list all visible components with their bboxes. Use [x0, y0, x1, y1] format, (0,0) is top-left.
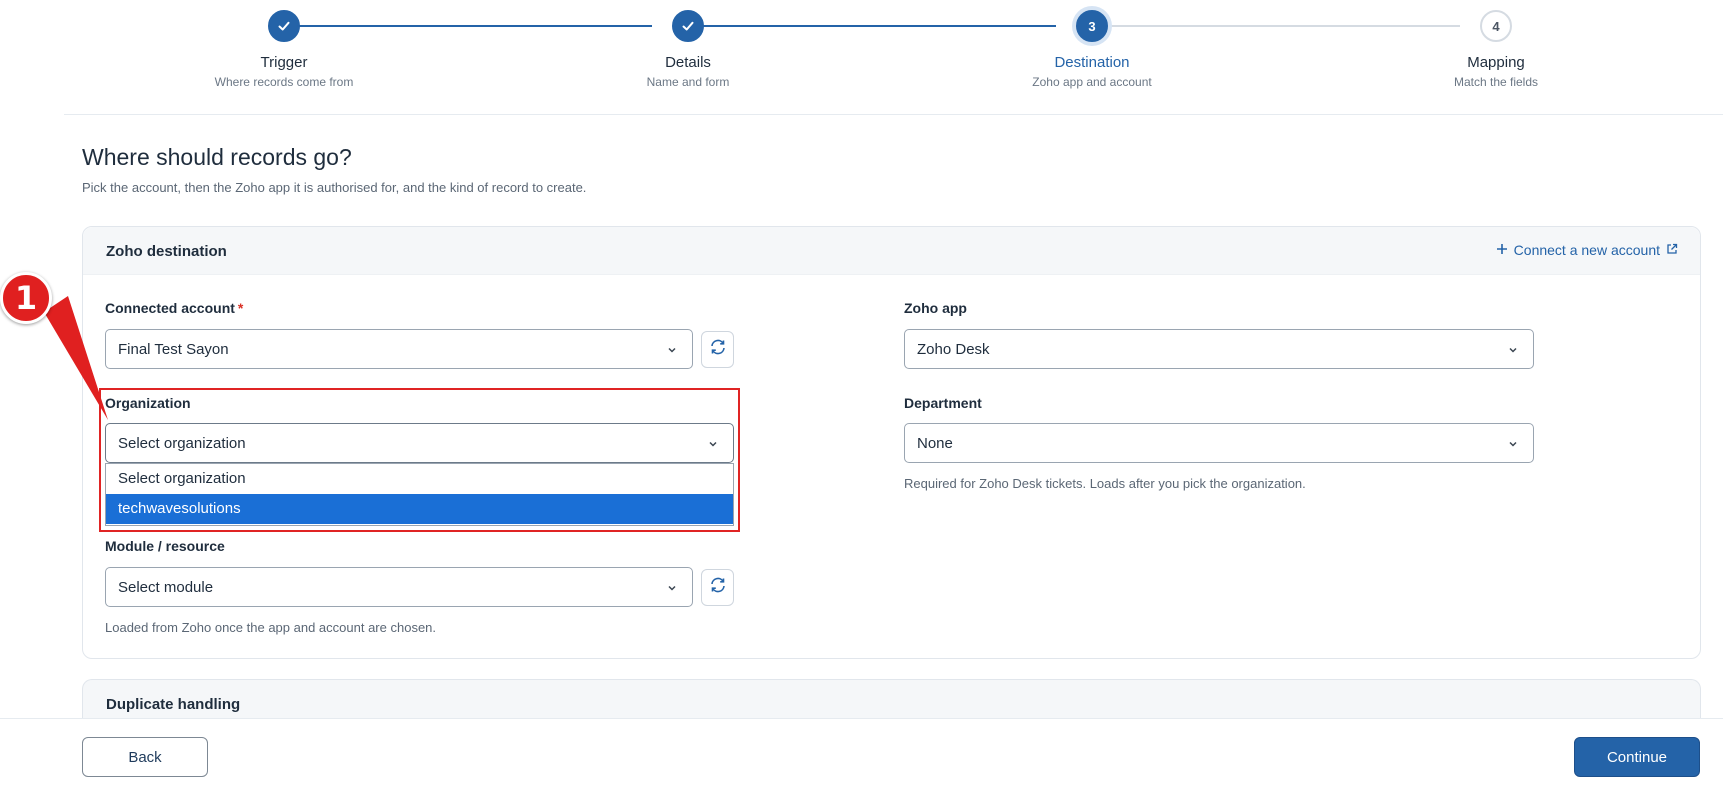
step-subtitle: Match the fields — [1453, 75, 1539, 89]
step-details[interactable]: Details Name and form — [578, 10, 798, 89]
step-title: Destination — [1054, 54, 1130, 71]
step-destination: 3 Destination Zoho app and account — [982, 10, 1202, 89]
connect-account-link[interactable]: Connect a new account — [1496, 242, 1678, 258]
chevron-down-icon — [666, 343, 678, 360]
zoho-app-label: Zoho app — [904, 300, 967, 316]
step-subtitle: Name and form — [646, 75, 730, 89]
refresh-icon — [709, 338, 727, 361]
chevron-down-icon — [1507, 343, 1519, 360]
check-icon — [672, 10, 704, 42]
external-link-icon — [1666, 242, 1678, 258]
step-title: Mapping — [1467, 54, 1525, 71]
continue-button[interactable]: Continue — [1574, 737, 1700, 777]
connected-account-label: Connected account * — [105, 300, 243, 316]
step-mapping: 4 Mapping Match the fields — [1386, 10, 1606, 89]
module-select[interactable]: Select module — [105, 567, 693, 607]
refresh-accounts-button[interactable] — [701, 331, 734, 368]
connected-account-value: Final Test Sayon — [118, 340, 229, 358]
option-select-organization[interactable]: Select organization — [106, 464, 733, 494]
zoho-app-value: Zoho Desk — [917, 340, 990, 358]
progress-stepper: Trigger Where records come from Details … — [64, 0, 1723, 115]
module-value: Select module — [118, 578, 214, 596]
chevron-down-icon — [707, 437, 719, 454]
organization-options-list: Select organization techwavesolutions — [105, 463, 734, 526]
step-title: Details — [665, 54, 711, 71]
step-subtitle: Where records come from — [214, 75, 354, 89]
module-label: Module / resource — [105, 538, 225, 554]
step-trigger[interactable]: Trigger Where records come from — [174, 10, 394, 89]
refresh-modules-button[interactable] — [701, 569, 734, 606]
required-mark: * — [237, 300, 244, 316]
page-description: Pick the account, then the Zoho app it i… — [82, 180, 587, 195]
connect-account-label: Connect a new account — [1513, 242, 1660, 258]
connected-account-label-text: Connected account — [105, 300, 235, 316]
department-select[interactable]: None — [904, 423, 1534, 463]
zoho-app-select[interactable]: Zoho Desk — [904, 329, 1534, 369]
step-number: 4 — [1480, 10, 1512, 42]
plus-icon — [1496, 242, 1508, 258]
card-title: Duplicate handling — [106, 696, 241, 713]
step-number: 3 — [1076, 10, 1108, 42]
step-subtitle: Zoho app and account — [1032, 75, 1152, 89]
department-label: Department — [904, 395, 982, 411]
department-hint: Required for Zoho Desk tickets. Loads af… — [904, 476, 1306, 491]
check-icon — [268, 10, 300, 42]
page-title: Where should records go? — [82, 144, 352, 170]
footer-bar: Back Continue — [0, 718, 1723, 790]
step-title: Trigger — [260, 54, 308, 71]
department-value: None — [917, 434, 953, 452]
module-hint: Loaded from Zoho once the app and accoun… — [105, 620, 437, 635]
card-header: Zoho destination Connect a new account — [83, 227, 1700, 275]
organization-select[interactable]: Select organization — [105, 423, 734, 463]
refresh-icon — [709, 576, 727, 599]
back-button[interactable]: Back — [82, 737, 208, 777]
option-techwavesolutions[interactable]: techwavesolutions — [106, 494, 733, 524]
annotation-marker: 1 — [0, 272, 52, 324]
organization-label: Organization — [105, 395, 191, 411]
chevron-down-icon — [1507, 437, 1519, 454]
card-title: Zoho destination — [106, 243, 227, 260]
connected-account-select[interactable]: Final Test Sayon — [105, 329, 693, 369]
chevron-down-icon — [666, 581, 678, 598]
organization-value: Select organization — [118, 434, 246, 452]
